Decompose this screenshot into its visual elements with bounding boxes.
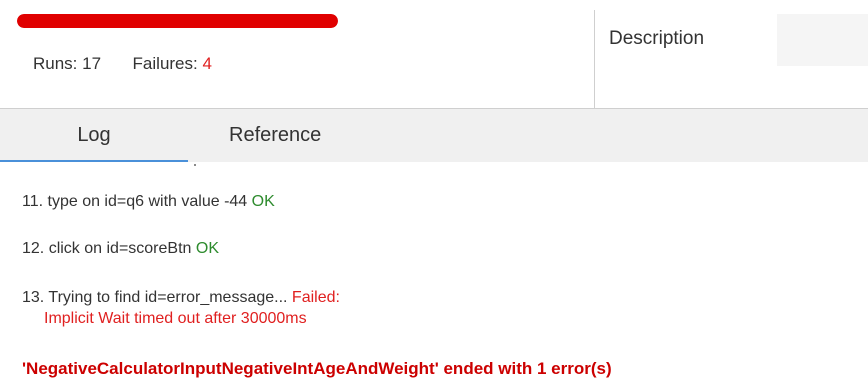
test-run-summary-panel: Runs: 17 Failures: 4 Description [0, 0, 868, 108]
log-panel: 11. type on id=q6 with value -44 OK 12. … [0, 162, 868, 385]
log-entry-status: Failed: [291, 289, 340, 306]
log-entry-status: OK [251, 193, 275, 210]
progress-fill [17, 14, 338, 28]
tab-reference-label: Reference [229, 124, 322, 146]
tab-log-label: Log [77, 124, 111, 146]
run-stats: Runs: 17 Failures: 4 [33, 54, 212, 74]
progress-bar [17, 14, 338, 28]
log-entry-status: OK [195, 240, 219, 257]
runs-value: 17 [82, 54, 102, 73]
log-entry-text: 13. Trying to find id=error_message... [22, 289, 288, 306]
log-entry-text: 11. type on id=q6 with value -44 [22, 193, 248, 210]
log-entry: 13. Trying to find id=error_message... F… [22, 289, 340, 307]
tab-reference[interactable]: Reference [229, 109, 321, 162]
test-summary-message: 'NegativeCalculatorInputNegativeIntAgeAn… [22, 359, 612, 378]
log-entry-text: 12. click on id=scoreBtn [22, 240, 192, 257]
tab-bar: Log Reference [0, 109, 868, 166]
failures-value: 4 [202, 54, 212, 73]
failures-label: Failures: [132, 54, 198, 73]
log-entry-error-detail: Implicit Wait timed out after 30000ms [44, 310, 307, 327]
tab-log[interactable]: Log [0, 109, 196, 166]
runs-label: Runs: [33, 54, 78, 73]
description-label: Description [609, 28, 705, 49]
log-entry: 12. click on id=scoreBtn OK [22, 240, 219, 258]
description-field[interactable] [777, 14, 868, 66]
panel-divider [594, 10, 595, 108]
log-entry: 11. type on id=q6 with value -44 OK [22, 193, 275, 211]
